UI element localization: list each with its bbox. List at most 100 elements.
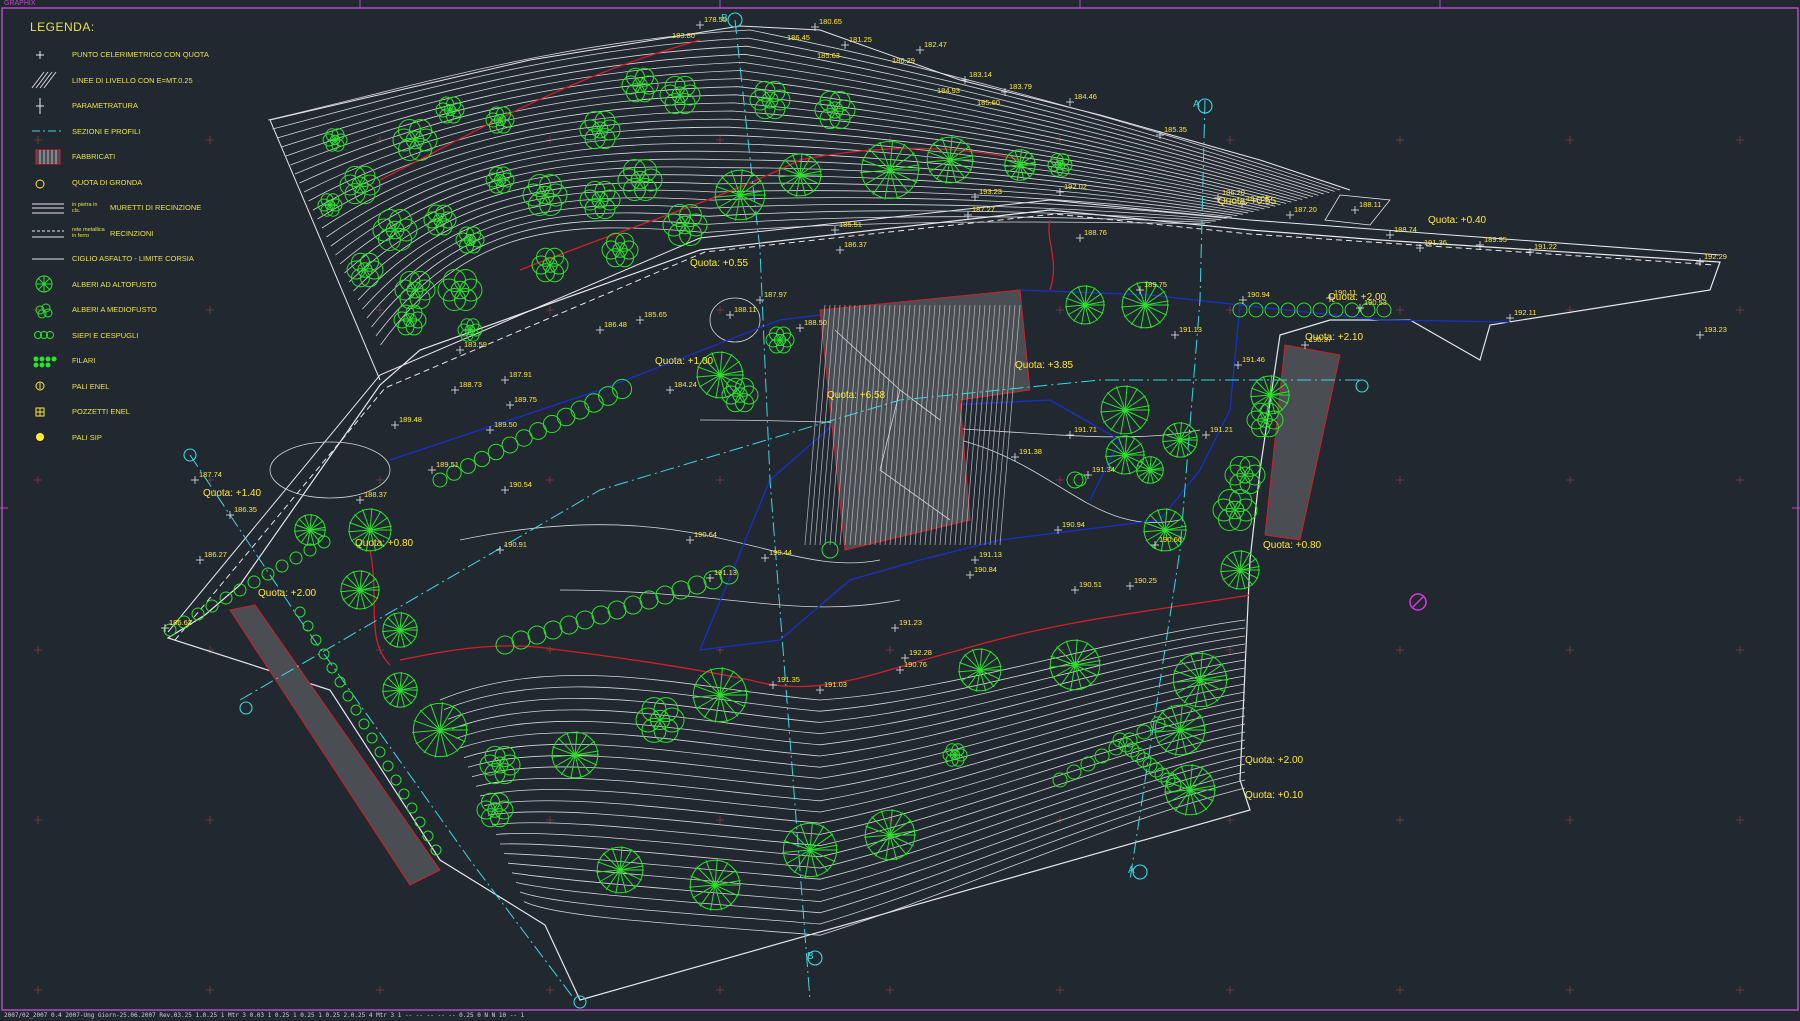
hedge bbox=[1094, 748, 1110, 764]
medium-tree bbox=[617, 158, 663, 202]
elevation-label: 190.11 bbox=[1334, 288, 1357, 297]
tree-row bbox=[623, 595, 643, 615]
legend-item: SEZIONI E PROFILI bbox=[30, 119, 250, 145]
elevation-label: 193.23 bbox=[1704, 325, 1727, 334]
medium-tree bbox=[601, 232, 639, 268]
tall-tree bbox=[382, 672, 418, 708]
elevation-label: 185.60 bbox=[977, 98, 1000, 107]
hedge bbox=[414, 816, 426, 828]
legend-item-label: PARAMETRATURA bbox=[72, 101, 138, 111]
elevation-label: 181.25 bbox=[849, 35, 872, 44]
medium-tree bbox=[322, 128, 348, 152]
site-plan-canvas[interactable] bbox=[0, 0, 1800, 1021]
medium-tree bbox=[659, 75, 701, 115]
quota-label: Quota: +6.58 bbox=[827, 390, 886, 401]
elevation-label: 191.22 bbox=[1534, 242, 1557, 251]
quota-label: Quota: +0.10 bbox=[1245, 790, 1304, 801]
elevation-label: 190.51 bbox=[1079, 580, 1102, 589]
hedge bbox=[1264, 302, 1280, 318]
tree-row bbox=[687, 575, 707, 595]
tree-row bbox=[556, 407, 576, 427]
elevation-label: 183.79 bbox=[1009, 82, 1032, 91]
legend-item: FABBRICATI bbox=[30, 144, 250, 170]
legend-item: FILARI bbox=[30, 348, 250, 374]
elevation-label: 187.97 bbox=[764, 290, 787, 299]
contour-line bbox=[559, 589, 901, 608]
elevation-label: 189.51 bbox=[436, 460, 459, 469]
tree-row bbox=[598, 386, 618, 406]
hedge bbox=[1248, 302, 1264, 318]
elevation-label: 189.95 bbox=[1484, 235, 1507, 244]
tall-tree bbox=[551, 731, 599, 779]
elevation-label: 186.35 bbox=[234, 505, 257, 514]
north-marker-line bbox=[1411, 595, 1425, 609]
wall-hatch bbox=[229, 604, 441, 886]
contour-lines-icon bbox=[30, 70, 66, 90]
medium-tree bbox=[393, 304, 427, 336]
contour-line bbox=[503, 747, 1246, 880]
tree-row bbox=[570, 400, 590, 420]
elevation-label: 191.13 bbox=[979, 550, 1002, 559]
quota-label: Quota: +3.85 bbox=[1015, 360, 1074, 371]
legend-item: PUNTO CELERIMETRICO CON QUOTA bbox=[30, 42, 250, 68]
quota-label: Quota: +1.40 bbox=[203, 488, 262, 499]
elevation-label: 187.91 bbox=[509, 370, 532, 379]
window-title-tag: GRAPHIX bbox=[4, 0, 36, 7]
elevation-label: 183.59 bbox=[464, 340, 487, 349]
tree-row bbox=[495, 635, 515, 655]
hedge bbox=[406, 802, 418, 814]
hedge bbox=[390, 774, 402, 786]
legend-item-label: PALI SIP bbox=[72, 432, 102, 442]
elevation-label: 187.06 bbox=[1246, 194, 1269, 203]
elevation-label: 191.35 bbox=[777, 675, 800, 684]
legend-item: PALI ENEL bbox=[30, 374, 250, 400]
medium-tree bbox=[531, 247, 569, 283]
tall-tree bbox=[1162, 422, 1198, 458]
tall-tree bbox=[1136, 456, 1164, 484]
contour-line bbox=[475, 691, 1246, 802]
tall-tree bbox=[1220, 550, 1260, 590]
contour-line bbox=[380, 221, 1206, 346]
tree-row bbox=[611, 378, 633, 400]
hedge bbox=[1296, 302, 1312, 318]
tree-row bbox=[527, 625, 547, 645]
contour-line bbox=[519, 779, 1246, 925]
tree-row bbox=[432, 472, 448, 488]
medium-tree bbox=[457, 318, 483, 342]
elevation-label: 186.20 bbox=[1222, 188, 1245, 197]
tall-tree bbox=[782, 822, 838, 878]
elevation-label: 185.51 bbox=[839, 220, 862, 229]
elevation-label: 190.76 bbox=[904, 660, 927, 669]
elevation-label: 188.11 bbox=[734, 305, 757, 314]
elevation-label: 192.11 bbox=[1514, 308, 1537, 317]
legend-item: PALI SIP bbox=[30, 425, 250, 451]
elevation-label: 188.74 bbox=[1394, 225, 1417, 234]
tall-tree bbox=[382, 612, 418, 648]
legend-item-label: SIEPI E CESPUGLI bbox=[72, 330, 139, 340]
tall-tree bbox=[692, 667, 748, 723]
hedge bbox=[310, 634, 322, 646]
wall-hatch bbox=[1264, 344, 1341, 541]
elevation-label: 191.21 bbox=[1210, 425, 1233, 434]
contour-lines bbox=[267, 29, 1341, 936]
survey-point-icon bbox=[30, 45, 66, 65]
elevation-label: 188.37 bbox=[364, 490, 387, 499]
elevation-label: 193.23 bbox=[979, 187, 1002, 196]
tall-tree bbox=[1164, 764, 1216, 816]
elevation-label: 190.66 bbox=[1159, 535, 1182, 544]
hedge bbox=[275, 559, 289, 573]
fence-mesh-icon bbox=[30, 223, 66, 243]
hedge bbox=[1073, 473, 1087, 487]
road-edge-icon bbox=[30, 249, 66, 269]
legend-item-label: PALI ENEL bbox=[72, 381, 110, 391]
section-label: A bbox=[1193, 99, 1200, 110]
legend-item: QUOTA DI GRONDA bbox=[30, 170, 250, 196]
legend-item: LINEE DI LIVELLO CON E=MT.0.25 bbox=[30, 68, 250, 94]
status-bar: 2007/02_2007 0.4 2007-Ung Giorn-25.06.20… bbox=[4, 1012, 525, 1019]
tall-tree bbox=[1100, 385, 1150, 435]
elevation-label: 183.14 bbox=[969, 70, 992, 79]
legend-item-prefix: in pietra in cls. bbox=[72, 201, 98, 214]
elevation-label: 187.74 bbox=[199, 470, 222, 479]
tree-row bbox=[575, 610, 595, 630]
section-label: A bbox=[1128, 865, 1135, 876]
